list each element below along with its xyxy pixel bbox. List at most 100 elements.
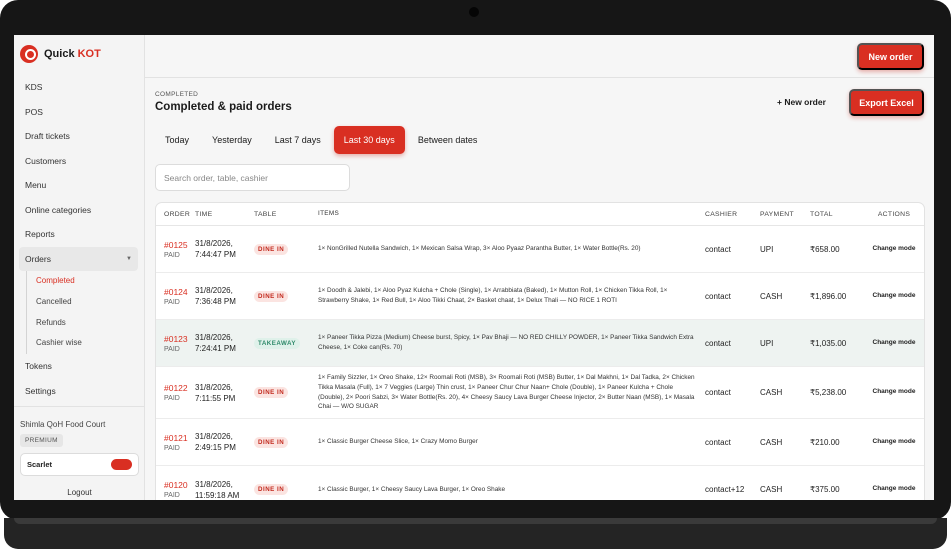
filter-today[interactable]: Today bbox=[155, 126, 199, 154]
order-cashier: contact bbox=[705, 244, 731, 254]
order-status: PAID bbox=[164, 298, 180, 306]
new-order-button[interactable]: New order bbox=[857, 43, 924, 70]
order-status: PAID bbox=[164, 395, 180, 402]
change-mode-button[interactable]: Change mode bbox=[864, 388, 924, 397]
order-status: PAID bbox=[164, 251, 180, 259]
table-type-badge: DINE IN bbox=[254, 387, 289, 398]
sidebar-subitem-cancelled[interactable]: Cancelled bbox=[27, 292, 145, 313]
page-title: Completed & paid orders bbox=[155, 101, 292, 113]
table-row[interactable]: #0125 PAID 31/8/2026, 7:44:47 PM DINE IN 1… bbox=[156, 226, 924, 273]
sidebar-item-draft-tickets[interactable]: Draft tickets bbox=[14, 124, 145, 149]
logout-button[interactable]: Logout bbox=[20, 488, 139, 497]
brand-logo[interactable]: Quick KOT bbox=[20, 45, 101, 63]
user-switch[interactable]: Scarlet bbox=[20, 453, 139, 476]
change-mode-button[interactable]: Change mode bbox=[864, 438, 924, 447]
table-row[interactable]: #0123 PAID 31/8/2026, 7:24:41 PM TAKEAWAY … bbox=[156, 320, 924, 367]
column-header-time: TIME bbox=[195, 210, 213, 218]
order-time: 2:49:15 PM bbox=[195, 443, 236, 452]
filter-between-dates[interactable]: Between dates bbox=[408, 126, 488, 154]
sidebar-nav: KDS POS Draft tickets Customers Menu Onl… bbox=[14, 75, 145, 403]
table-type-badge: DINE IN bbox=[254, 243, 289, 255]
order-total: ₹5,238.00 bbox=[810, 388, 847, 397]
order-total: ₹1,896.00 bbox=[810, 291, 847, 301]
sidebar-item-settings[interactable]: Settings bbox=[14, 379, 145, 404]
order-id-link[interactable]: #0125 bbox=[164, 240, 195, 250]
order-id-link[interactable]: #0120 bbox=[164, 480, 195, 490]
order-cashier: contact+12 bbox=[705, 485, 745, 494]
table-type-badge: TAKEAWAY bbox=[254, 337, 301, 349]
order-payment: CASH bbox=[760, 291, 783, 301]
table-row[interactable]: #0124 PAID 31/8/2026, 7:36:48 PM DINE IN 1… bbox=[156, 273, 924, 320]
order-id-link[interactable]: #0121 bbox=[164, 433, 195, 443]
sidebar-item-kds[interactable]: KDS bbox=[14, 75, 145, 100]
sidebar-subitem-cashier-wise[interactable]: Cashier wise bbox=[27, 333, 145, 354]
sidebar-item-reports[interactable]: Reports bbox=[14, 222, 145, 247]
date-filter-tabs: Today Yesterday Last 7 days Last 30 days… bbox=[155, 126, 490, 154]
user-name: Scarlet bbox=[27, 460, 53, 469]
order-total: ₹1,035.00 bbox=[810, 338, 847, 348]
sidebar-item-tokens[interactable]: Tokens bbox=[14, 354, 145, 379]
order-cashier: contact bbox=[705, 388, 731, 397]
table-row[interactable]: #0120 PAID 31/8/2026, 11:59:18 AM DINE IN … bbox=[156, 466, 924, 500]
sidebar-item-orders[interactable]: Orders ▼ bbox=[19, 246, 138, 271]
order-time: 7:11:55 PM bbox=[195, 393, 236, 403]
order-items: 1× Paneer Tikka Pizza (Medium) Cheese bu… bbox=[318, 334, 694, 351]
filter-last-30-days[interactable]: Last 30 days bbox=[333, 126, 405, 154]
sidebar-item-label: Orders bbox=[25, 253, 51, 264]
laptop-base-lip bbox=[14, 518, 937, 524]
table-type-badge: DINE IN bbox=[254, 436, 289, 448]
order-id-link[interactable]: #0123 bbox=[164, 334, 195, 344]
order-items: 1× NonGrilled Nutella Sandwich, 1× Mexic… bbox=[318, 245, 641, 253]
order-total: ₹375.00 bbox=[810, 485, 840, 494]
column-header-table: TABLE bbox=[254, 210, 277, 218]
change-mode-button[interactable]: Change mode bbox=[864, 245, 924, 254]
order-payment: CASH bbox=[760, 437, 783, 447]
order-status: PAID bbox=[164, 345, 180, 353]
order-items: 1× Classic Burger, 1× Cheesy Saucy Lava … bbox=[318, 485, 506, 493]
plan-badge: PREMIUM bbox=[20, 434, 63, 447]
user-toggle[interactable] bbox=[111, 459, 132, 470]
table-row[interactable]: #0122 PAID 31/8/2026, 7:11:55 PM DINE IN 1… bbox=[156, 367, 924, 419]
order-payment: UPI bbox=[760, 338, 774, 348]
sidebar-item-online-categories[interactable]: Online categories bbox=[14, 198, 145, 223]
order-date: 31/8/2026, bbox=[195, 333, 233, 342]
column-header-order: ORDER bbox=[164, 210, 191, 218]
column-header-total: TOTAL bbox=[810, 210, 833, 218]
order-items: 1× Doodh & Jalebi, 1× Aloo Pyaz Kulcha +… bbox=[318, 287, 668, 304]
sidebar-subitem-completed[interactable]: Completed bbox=[27, 271, 145, 292]
order-total: ₹658.00 bbox=[810, 244, 840, 254]
order-time: 7:36:48 PM bbox=[195, 297, 236, 306]
change-mode-button[interactable]: Change mode bbox=[864, 485, 924, 494]
order-date: 31/8/2026, bbox=[195, 432, 233, 441]
order-id-link[interactable]: #0122 bbox=[164, 383, 195, 393]
plus-new-order-button[interactable]: + New order bbox=[777, 97, 826, 107]
topbar: New order bbox=[145, 35, 934, 78]
order-time: 11:59:18 AM bbox=[195, 490, 240, 500]
column-header-actions: ACTIONS bbox=[877, 210, 911, 218]
filter-last-7-days[interactable]: Last 7 days bbox=[265, 126, 331, 154]
column-header-cashier: CASHIER bbox=[705, 210, 738, 218]
order-payment: CASH bbox=[760, 485, 783, 494]
order-id-link[interactable]: #0124 bbox=[164, 287, 195, 297]
order-time: 7:24:41 PM bbox=[195, 344, 236, 353]
chevron-down-icon: ▼ bbox=[126, 255, 132, 262]
export-excel-button[interactable]: Export Excel bbox=[849, 89, 924, 116]
sidebar-item-menu[interactable]: Menu bbox=[14, 173, 145, 198]
venue-name: Shimla QoH Food Court bbox=[20, 420, 106, 429]
order-status: PAID bbox=[164, 444, 180, 452]
order-date: 31/8/2026, bbox=[195, 479, 233, 489]
app-screen: Quick KOT KDS POS Draft tickets Customers… bbox=[14, 35, 934, 500]
sidebar-subitem-refunds[interactable]: Refunds bbox=[27, 313, 145, 334]
change-mode-button[interactable]: Change mode bbox=[864, 292, 924, 301]
table-header: ORDER TIME TABLE ITEMS CASHIER PAYMENT T… bbox=[156, 203, 924, 226]
sidebar-item-pos[interactable]: POS bbox=[14, 100, 145, 125]
search-input[interactable] bbox=[155, 164, 350, 191]
sidebar: Quick KOT KDS POS Draft tickets Customers… bbox=[14, 35, 145, 500]
filter-yesterday[interactable]: Yesterday bbox=[202, 126, 262, 154]
order-items: 1× Family Sizzler, 1× Oreo Shake, 12× Ro… bbox=[318, 374, 695, 411]
order-date: 31/8/2026, bbox=[195, 382, 233, 392]
sidebar-item-customers[interactable]: Customers bbox=[14, 149, 145, 174]
table-row[interactable]: #0121 PAID 31/8/2026, 2:49:15 PM DINE IN 1… bbox=[156, 419, 924, 466]
change-mode-button[interactable]: Change mode bbox=[864, 339, 924, 348]
order-time: 7:44:47 PM bbox=[195, 250, 236, 259]
